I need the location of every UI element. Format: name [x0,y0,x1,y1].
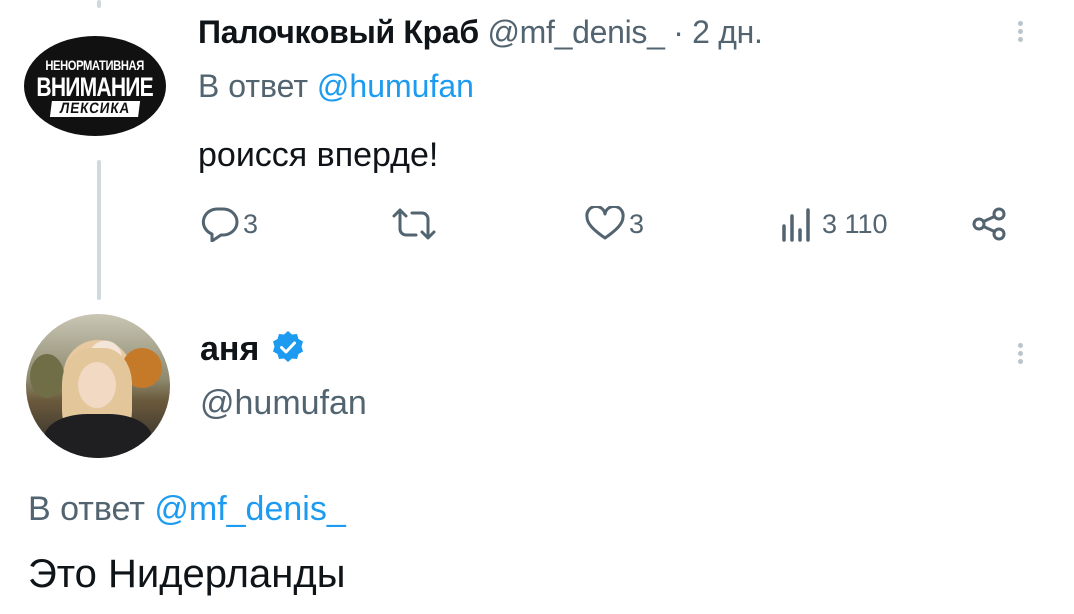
more-options-icon[interactable] [1018,340,1024,367]
separator: · [673,14,684,50]
avatar-text-line-2: ВНИМАНИЕ [36,72,154,102]
retweet-icon [392,208,436,240]
views-icon [782,208,810,242]
avatar-face [78,362,116,408]
tweet-header: аня [200,330,305,369]
verified-badge-icon [272,331,303,362]
like-count: 3 [629,208,645,239]
like-button[interactable]: 3 [584,206,644,242]
share-button[interactable] [970,206,1010,242]
reply-context: В ответ @mf_denis_ [28,490,346,529]
handle[interactable]: @humufan [200,384,367,423]
display-name[interactable]: Палочковый Краб [198,14,479,50]
avatar-tree-2 [30,354,64,398]
tweet-text: Это Нидерланды [28,552,346,596]
avatar[interactable]: НЕНОРМАТИВНАЯ ВНИМАНИЕ ЛЕКСИКА [24,36,166,136]
avatar-text-line-3: ЛЕКСИКА [49,100,141,117]
reply-count: 3 [243,208,259,239]
views-count: 3 110 [822,208,888,239]
thread-line-connector [97,160,101,300]
timestamp[interactable]: 2 дн. [692,14,763,50]
display-name[interactable]: аня [200,330,259,368]
tweet-text: роисся вперде! [198,136,439,174]
retweet-button[interactable] [390,206,438,242]
reply-prefix: В ответ [28,490,145,528]
reply-prefix: В ответ [198,68,309,104]
reply-to-link[interactable]: @humufan [317,68,474,104]
avatar-coat [44,414,152,458]
heart-icon [585,206,625,240]
share-icon [972,207,1006,241]
avatar-text-line-1: НЕНОРМАТИВНАЯ [45,57,145,73]
thread-line-top [97,0,101,8]
tweet-header: Палочковый Краб @mf_denis_ · 2 дн. [198,14,763,51]
reply-context: В ответ @humufan [198,68,474,105]
reply-button[interactable]: 3 [200,206,258,242]
avatar[interactable] [26,314,170,458]
views-button[interactable]: 3 110 [778,206,888,242]
reply-to-link[interactable]: @mf_denis_ [154,490,345,528]
reply-icon [201,207,239,242]
more-options-icon[interactable] [1018,18,1024,45]
handle[interactable]: @mf_denis_ [487,14,664,50]
